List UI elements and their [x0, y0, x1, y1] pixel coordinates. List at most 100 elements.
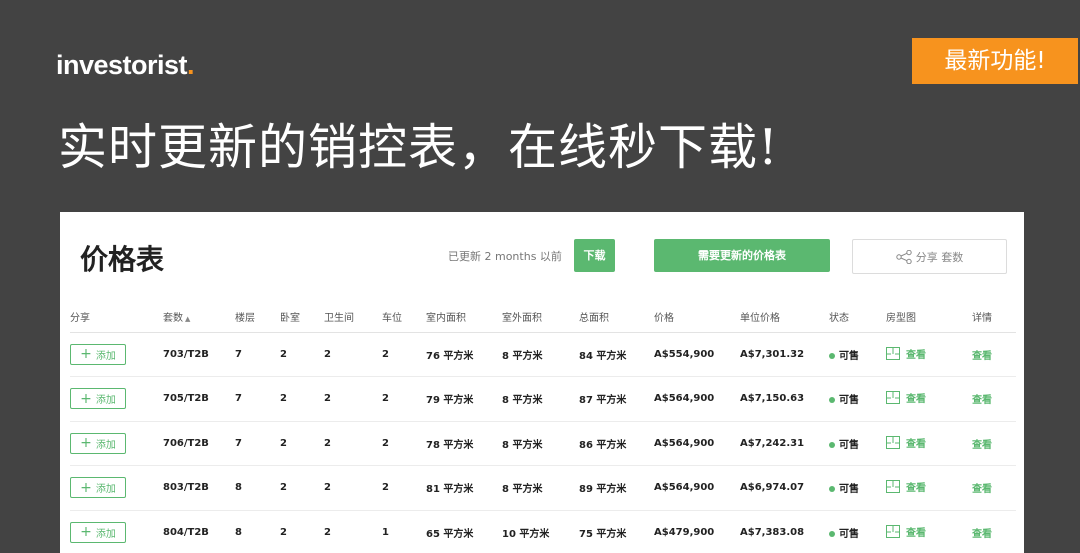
unit-number: 706/T2B	[163, 421, 235, 466]
col-header-bathroom: 卫生间	[324, 302, 382, 333]
internal-area-value: 78 平方米	[426, 421, 502, 466]
add-to-share-button[interactable]: + 添加	[70, 477, 126, 499]
col-header-status: 状态	[829, 302, 886, 333]
floorplan-icon	[886, 524, 900, 538]
col-header-floor: 楼层	[235, 302, 280, 333]
details-link[interactable]: 查看	[972, 484, 992, 495]
table-row: + 添加 804/T2B 8 2 2 1 65 平方米 10 平方米 75 平方米 A$479,90…	[70, 510, 1016, 553]
floorplan-link[interactable]: 查看	[886, 346, 926, 361]
share-cell: + 添加	[70, 421, 163, 466]
status-label: 可售	[839, 395, 859, 407]
add-to-share-button[interactable]: + 添加	[70, 432, 126, 454]
floorplan-icon	[886, 391, 900, 405]
share-cell: + 添加	[70, 376, 163, 422]
download-button[interactable]: 下载	[574, 239, 615, 272]
floorplan-cell: 查看	[886, 332, 972, 377]
status-cell: 可售	[829, 332, 886, 377]
floor-value: 7	[235, 421, 280, 466]
price-value: A$564,900	[654, 376, 740, 422]
headline: 实时更新的销控表，在线秒下载!	[58, 119, 779, 176]
unit-number: 804/T2B	[163, 510, 235, 553]
unit-price-value: A$7,242.31	[740, 421, 829, 466]
col-header-bedroom: 卧室	[280, 302, 324, 333]
col-header-unit-label: 套数	[163, 313, 183, 325]
status-cell: 可售	[829, 465, 886, 511]
share-icon	[896, 249, 912, 264]
floorplan-cell: 查看	[886, 376, 972, 422]
add-label: 添加	[95, 528, 116, 540]
col-header-details: 详情	[972, 302, 1016, 333]
col-header-internal-area: 室内面积	[426, 302, 502, 333]
external-area-value: 8 平方米	[502, 376, 579, 422]
floorplan-link[interactable]: 查看	[886, 390, 926, 405]
add-to-share-button[interactable]: + 添加	[70, 521, 126, 543]
unit-price-value: A$6,974.07	[740, 465, 829, 511]
updated-timestamp: 已更新 2 months 以前	[448, 250, 562, 263]
total-area-value: 75 平方米	[579, 510, 654, 553]
floorplan-link[interactable]: 查看	[886, 524, 926, 539]
col-header-share: 分享	[70, 302, 163, 333]
plus-icon: +	[80, 479, 92, 496]
floor-value: 7	[235, 376, 280, 422]
floorplan-link[interactable]: 查看	[886, 435, 926, 450]
status-dot-icon	[829, 486, 835, 493]
internal-area-value: 79 平方米	[426, 376, 502, 422]
status-dot-icon	[829, 530, 835, 537]
price-table: 分享 套数 ▲ 楼层 卧室 卫生间 车位 室内面积 室外面积 总面积 价格 单位价…	[70, 302, 1016, 553]
table-row: + 添加 706/T2B 7 2 2 2 78 平方米 8 平方米 86 平方米 A$564,900…	[70, 421, 1016, 466]
details-cell: 查看	[972, 510, 1016, 553]
col-header-unit-price: 单位价格	[740, 302, 829, 333]
price-value: A$554,900	[654, 332, 740, 377]
share-cell: + 添加	[70, 465, 163, 511]
status-cell: 可售	[829, 421, 886, 466]
parking-value: 2	[382, 332, 426, 377]
unit-number: 705/T2B	[163, 376, 235, 422]
total-area-value: 84 平方米	[579, 332, 654, 377]
add-to-share-button[interactable]: + 添加	[70, 343, 126, 365]
internal-area-value: 76 平方米	[426, 332, 502, 377]
details-link[interactable]: 查看	[972, 440, 992, 451]
total-area-value: 89 平方米	[579, 465, 654, 511]
col-header-parking: 车位	[382, 302, 426, 333]
share-units-label: 分享 套数	[915, 250, 964, 264]
add-to-share-button[interactable]: + 添加	[70, 388, 126, 410]
bathroom-value: 2	[324, 465, 382, 511]
details-link[interactable]: 查看	[972, 529, 992, 540]
investorist-logo: investorist.	[56, 50, 195, 81]
add-label: 添加	[95, 350, 116, 362]
share-units-button[interactable]: 分享 套数	[852, 239, 1007, 274]
panel-title: 价格表	[80, 243, 165, 276]
floorplan-icon	[886, 346, 900, 360]
add-label: 添加	[95, 439, 116, 451]
status-dot-icon	[829, 397, 835, 404]
table-row: + 添加 803/T2B 8 2 2 2 81 平方米 8 平方米 89 平方米 A$564,900…	[70, 465, 1016, 511]
table-row: + 添加 703/T2B 7 2 2 2 76 平方米 8 平方米 84 平方米 A$554,900…	[70, 332, 1016, 377]
status-label: 可售	[839, 350, 859, 362]
external-area-value: 8 平方米	[502, 421, 579, 466]
table-header-row: 分享 套数 ▲ 楼层 卧室 卫生间 车位 室内面积 室外面积 总面积 价格 单位价…	[70, 302, 1016, 333]
price-value: A$479,900	[654, 510, 740, 553]
total-area-value: 87 平方米	[579, 376, 654, 422]
bedroom-value: 2	[280, 421, 324, 466]
details-cell: 查看	[972, 421, 1016, 466]
external-area-value: 8 平方米	[502, 332, 579, 377]
floor-value: 7	[235, 332, 280, 377]
bedroom-value: 2	[280, 465, 324, 511]
parking-value: 2	[382, 376, 426, 422]
floorplan-label: 查看	[906, 527, 926, 539]
floorplan-cell: 查看	[886, 510, 972, 553]
external-area-value: 10 平方米	[502, 510, 579, 553]
floorplan-label: 查看	[906, 349, 926, 361]
details-link[interactable]: 查看	[972, 351, 992, 362]
add-label: 添加	[95, 484, 116, 496]
bathroom-value: 2	[324, 376, 382, 422]
unit-price-value: A$7,150.63	[740, 376, 829, 422]
details-link[interactable]: 查看	[972, 395, 992, 406]
floor-value: 8	[235, 465, 280, 511]
share-cell: + 添加	[70, 332, 163, 377]
request-update-button[interactable]: 需要更新的价格表	[654, 239, 830, 272]
floorplan-link[interactable]: 查看	[886, 479, 926, 494]
col-header-total-area: 总面积	[579, 302, 654, 333]
col-header-unit[interactable]: 套数 ▲	[163, 302, 235, 333]
floor-value: 8	[235, 510, 280, 553]
